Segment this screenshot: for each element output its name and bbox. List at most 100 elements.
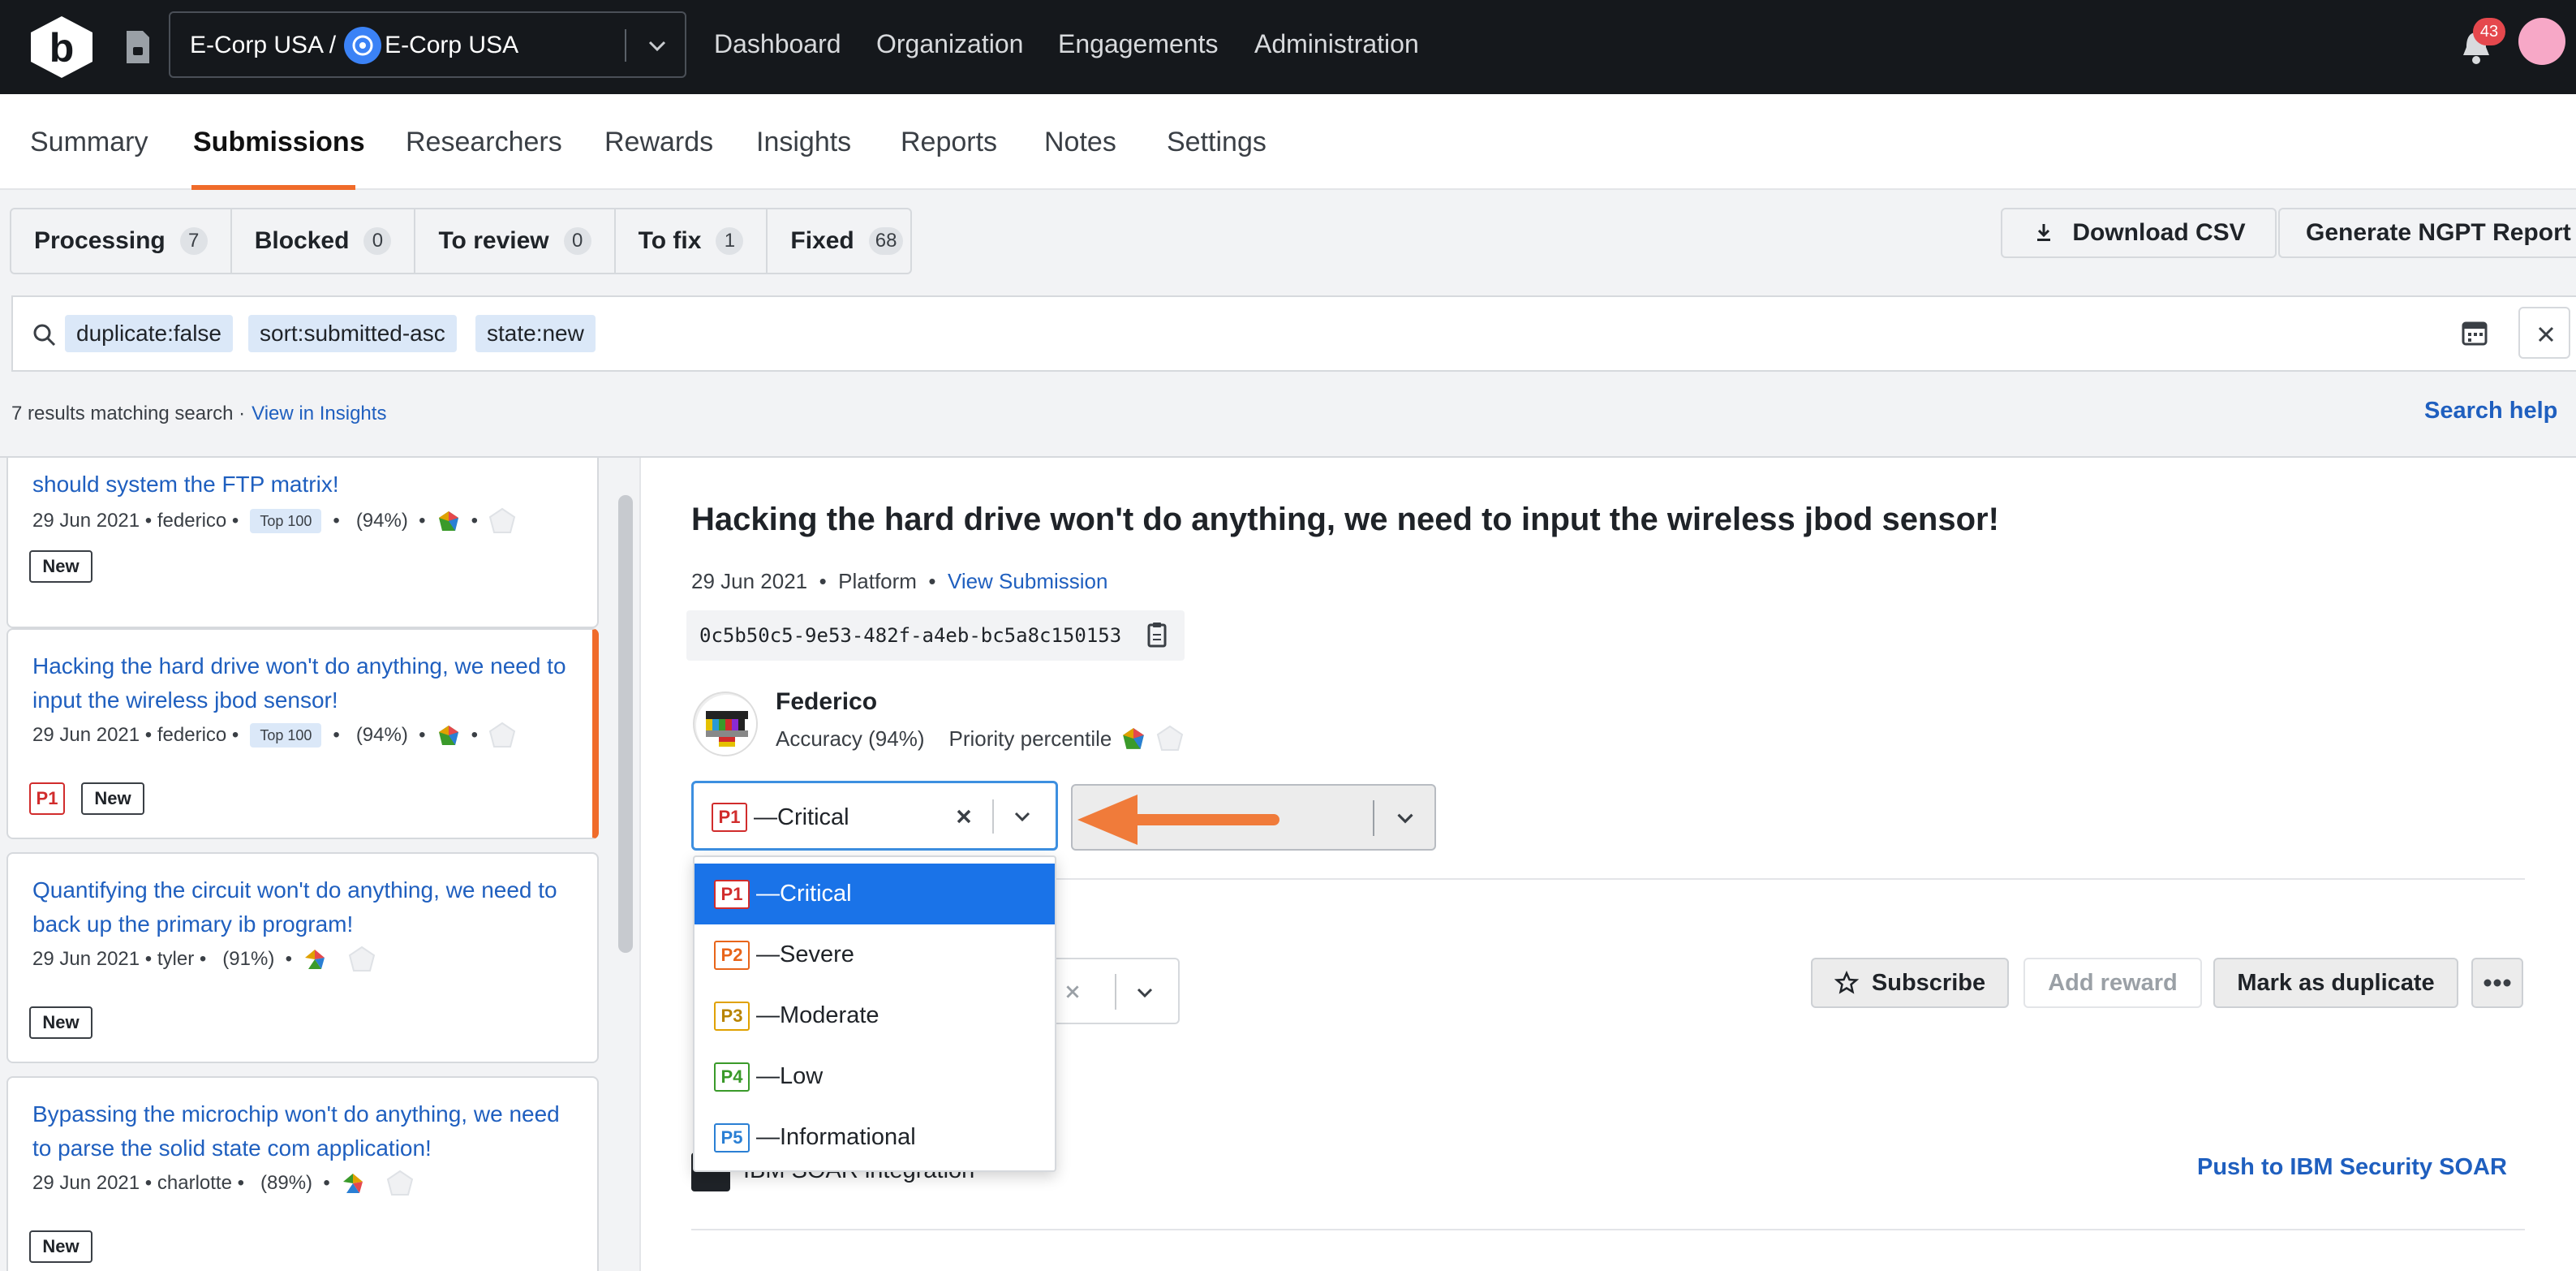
divider (639, 458, 641, 1271)
submission-title[interactable]: Hacking the hard drive won't do anything… (32, 649, 584, 717)
chevron-down-icon[interactable] (643, 31, 672, 60)
list-item[interactable]: Hacking the hard drive won't do anything… (6, 628, 599, 839)
divider (691, 1229, 2525, 1230)
empty-badge-icon (386, 1170, 413, 1196)
list-item[interactable]: should system the FTP matrix! 29 Jun 202… (6, 458, 599, 628)
chevron-down-icon[interactable] (1131, 979, 1159, 1006)
program-label: E-Corp USA (385, 32, 519, 58)
clear-search-button[interactable] (2518, 307, 2570, 359)
filter-chip[interactable]: state:new (475, 315, 596, 352)
researcher-avatar[interactable] (693, 692, 758, 756)
org-label: E-Corp USA / (190, 32, 337, 58)
empty-badge-icon (488, 507, 516, 533)
tab-researchers[interactable]: Researchers (406, 123, 562, 161)
submission-id: 0c5b50c5-9e53-482f-a4eb-bc5a8c150153 (686, 610, 1185, 661)
divider (992, 799, 994, 834)
divider (1055, 878, 2525, 880)
state-badge: New (29, 1230, 92, 1263)
status-tab-blocked[interactable]: Blocked 0 (232, 209, 416, 273)
assignee-select[interactable] (1047, 958, 1180, 1024)
tab-insights[interactable]: Insights (756, 123, 851, 161)
bugcrowd-logo-icon[interactable]: b (28, 15, 96, 80)
list-item[interactable]: Bypassing the microchip won't do anythin… (6, 1076, 599, 1271)
priority-option-p3[interactable]: P3— Moderate (695, 985, 1055, 1046)
status-tab-to-review[interactable]: To review 0 (415, 209, 616, 273)
status-count: 68 (868, 227, 904, 255)
close-icon (2538, 326, 2554, 343)
filter-chip[interactable]: duplicate:false (65, 315, 234, 352)
tab-submissions[interactable]: Submissions (193, 123, 365, 161)
priority-badge: P4 (714, 1062, 750, 1092)
nav-administration[interactable]: Administration (1254, 24, 1419, 63)
add-reward-button[interactable]: Add reward (2023, 958, 2202, 1008)
status-count: 1 (716, 227, 744, 255)
download-csv-button[interactable]: Download CSV (2001, 208, 2277, 258)
priority-badge: P1 (29, 782, 65, 815)
rank-badge: Top 100 (250, 723, 322, 748)
status-tabs: Processing 7 Blocked 0 To review 0 To fix 1 … (10, 208, 912, 274)
rank-badge: Top 100 (250, 509, 322, 533)
program-selector[interactable]: E-Corp USA / E-Corp USA (169, 11, 686, 78)
rainbow-badge-icon (438, 726, 458, 745)
rainbow-badge-icon (1123, 728, 1145, 749)
priority-option-p1[interactable]: P1— Critical (695, 864, 1055, 924)
filter-chip[interactable]: sort:submitted-asc (248, 315, 457, 352)
status-tab-fixed[interactable]: Fixed 68 (768, 209, 926, 273)
nav-engagements[interactable]: Engagements (1058, 24, 1218, 63)
search-help-link[interactable]: Search help (2424, 394, 2557, 427)
rainbow-badge-icon (342, 1174, 363, 1193)
submission-title[interactable]: Quantifying the circuit won't do anythin… (32, 873, 584, 941)
state-badge: New (29, 1006, 92, 1039)
tab-settings[interactable]: Settings (1167, 123, 1266, 161)
results-count: 7 results matching search · View in Insi… (11, 403, 387, 425)
bug-icon (344, 27, 382, 64)
state-badge: New (81, 782, 144, 815)
list-scrollbar[interactable] (618, 495, 633, 953)
generate-ngpt-report-button[interactable]: Generate NGPT Report (2278, 208, 2576, 258)
tab-rewards[interactable]: Rewards (604, 123, 713, 161)
clear-icon[interactable] (1060, 979, 1086, 1005)
tab-notes[interactable]: Notes (1044, 123, 1116, 161)
list-item[interactable]: Quantifying the circuit won't do anythin… (6, 852, 599, 1063)
priority-option-p5[interactable]: P5— Informational (695, 1107, 1055, 1168)
download-icon (2037, 224, 2051, 241)
status-count: 0 (363, 227, 392, 255)
priority-dropdown-menu: P1— Critical P2— Severe P3— Moderate P4— Low… (693, 855, 1056, 1172)
calendar-icon[interactable] (2460, 318, 2489, 347)
status-tab-processing[interactable]: Processing 7 (11, 209, 232, 273)
push-to-soar-link[interactable]: Push to IBM Security SOAR (2197, 1149, 2507, 1185)
tab-reports[interactable]: Reports (901, 123, 997, 161)
submission-title[interactable]: Bypassing the microchip won't do anythin… (32, 1097, 584, 1165)
search-input[interactable]: duplicate:false sort:submitted-asc state… (11, 295, 2576, 372)
status-tab-to-fix[interactable]: To fix 1 (616, 209, 768, 273)
priority-badge: P3 (714, 1001, 750, 1031)
subscribe-button[interactable]: Subscribe (1811, 958, 2009, 1008)
priority-select[interactable]: P1 — Critical (691, 781, 1058, 851)
nav-organization[interactable]: Organization (876, 24, 1023, 63)
priority-badge: P1 (712, 803, 747, 832)
priority-option-p2[interactable]: P2— Severe (695, 924, 1055, 985)
view-submission-link[interactable]: View Submission (948, 569, 1108, 594)
view-in-insights-link[interactable]: View in Insights (252, 403, 386, 425)
chevron-down-icon[interactable] (1008, 803, 1036, 830)
submission-title[interactable]: should system the FTP matrix! (32, 467, 584, 502)
ellipsis-icon (2484, 979, 2511, 987)
clear-icon[interactable] (950, 803, 978, 830)
state-badge: New (29, 550, 92, 583)
researcher-name[interactable]: Federico (776, 688, 877, 722)
chevron-down-icon[interactable] (1391, 804, 1420, 833)
notification-badge: 43 (2473, 18, 2505, 45)
mark-as-duplicate-button[interactable]: Mark as duplicate (2213, 958, 2458, 1008)
copy-icon[interactable] (1142, 620, 1172, 649)
user-avatar[interactable] (2518, 18, 2565, 65)
status-count: 0 (563, 227, 591, 255)
submission-meta: 29 Jun 2021 • federico • Top 100 • (94%) … (32, 506, 517, 536)
search-icon (33, 324, 56, 347)
document-icon[interactable] (123, 29, 153, 65)
tab-summary[interactable]: Summary (30, 123, 148, 161)
more-actions-button[interactable] (2471, 958, 2523, 1008)
priority-option-p4[interactable]: P4— Low (695, 1046, 1055, 1107)
priority-selected-value: P1 — Critical (712, 801, 849, 834)
rainbow-badge-icon (305, 950, 325, 969)
nav-dashboard[interactable]: Dashboard (714, 24, 841, 63)
